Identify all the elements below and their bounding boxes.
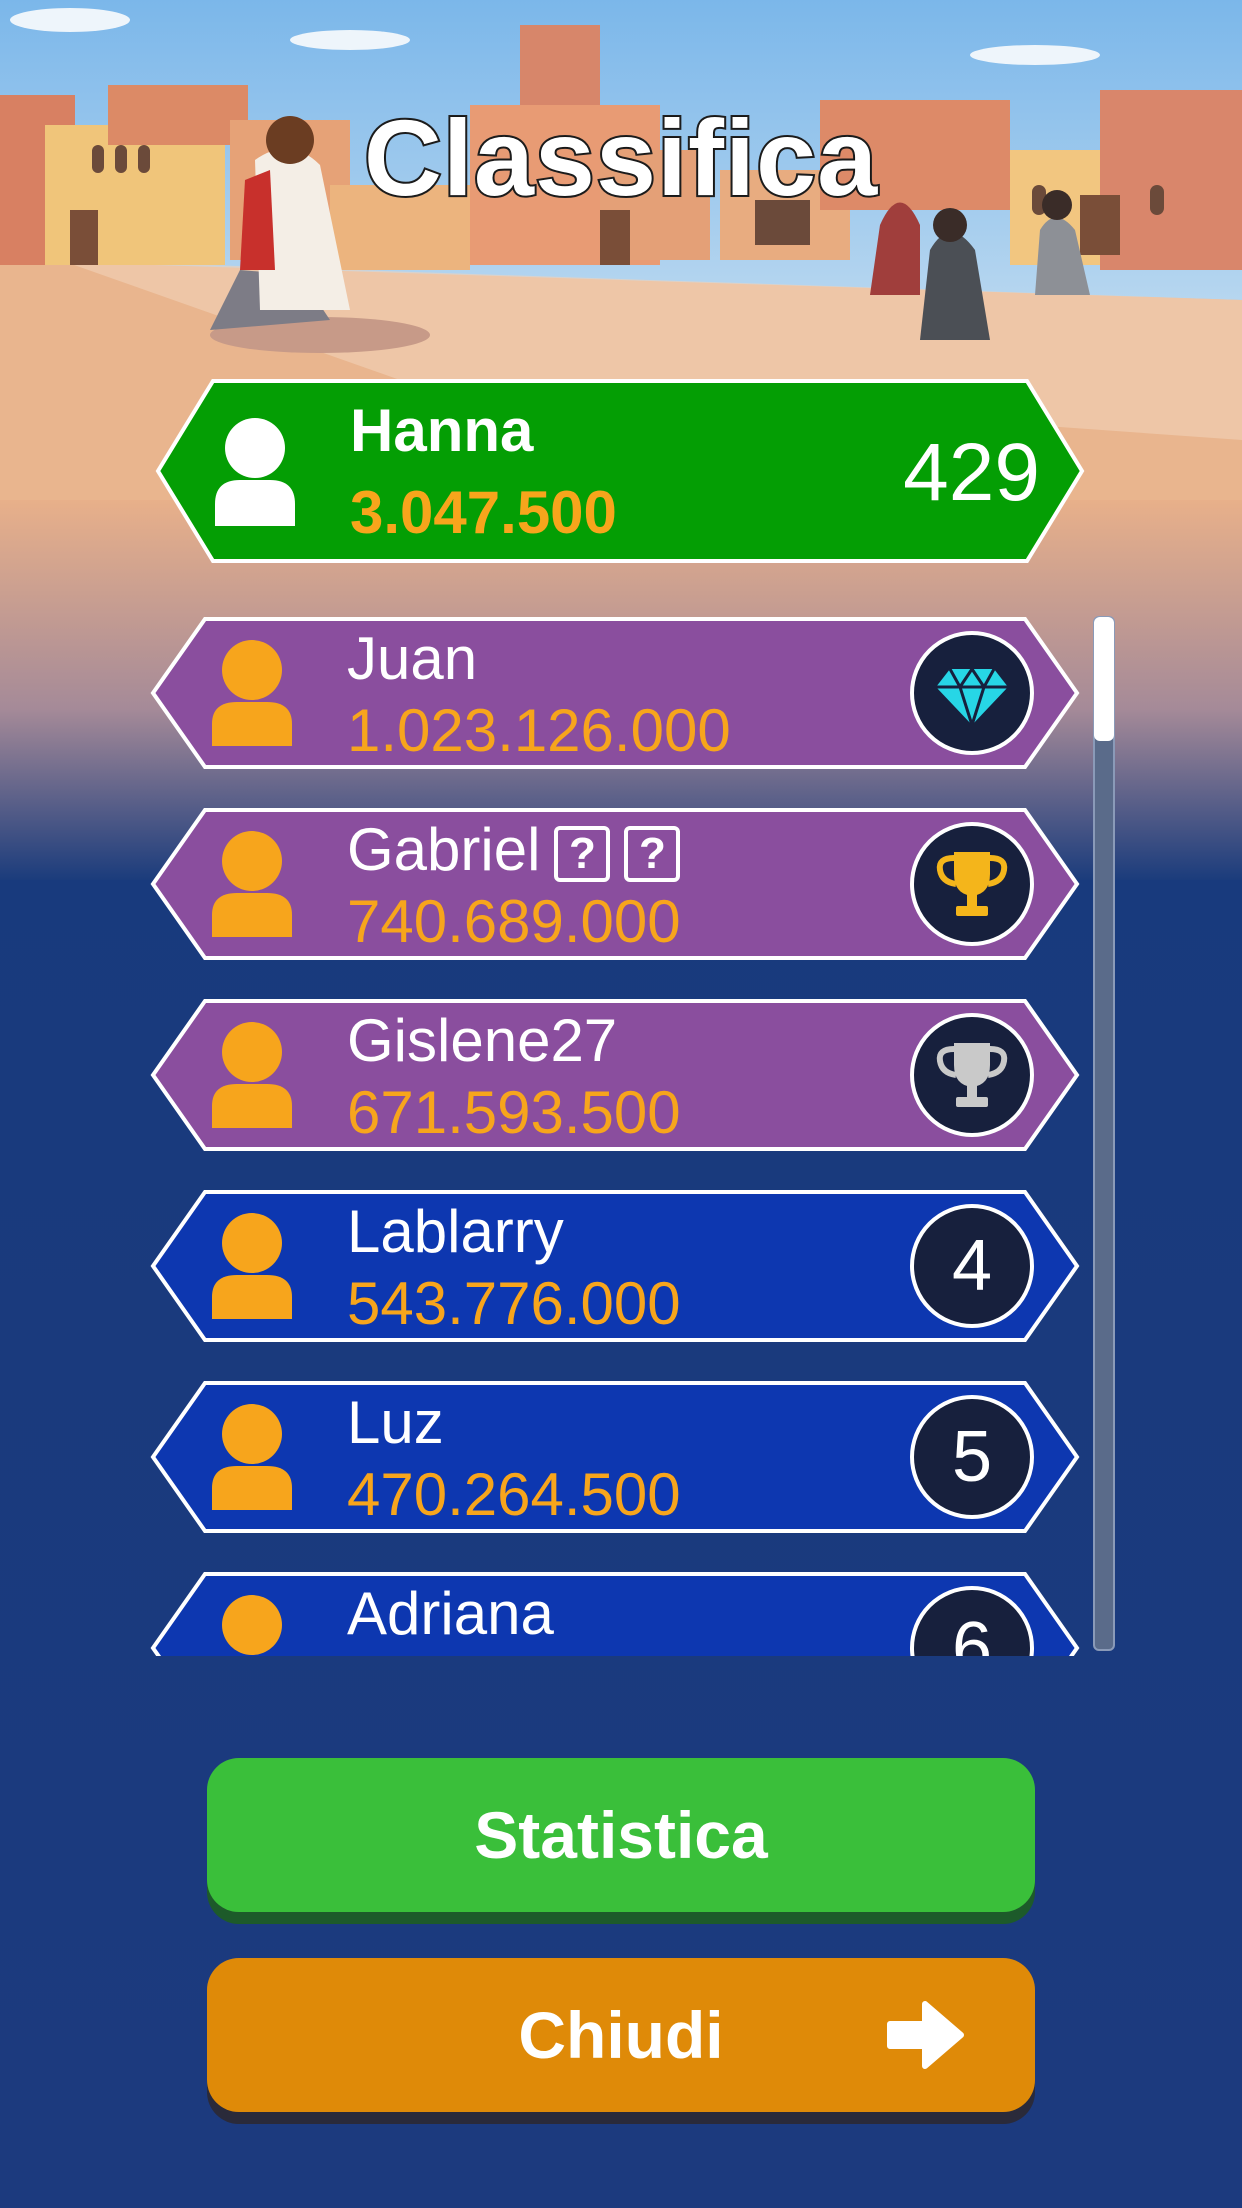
rank-number: 4 (951, 1226, 993, 1306)
leaderboard-row[interactable]: Gislene27 671.593.500 (150, 998, 1080, 1152)
arrow-right-icon (887, 2001, 964, 2069)
close-button[interactable]: Chiudi (207, 1958, 1035, 2112)
user-avatar-icon (212, 1213, 292, 1319)
scrollbar-track[interactable] (1093, 616, 1115, 1651)
player-name: Hanna (350, 397, 534, 464)
user-avatar-icon (212, 1022, 292, 1128)
row-player-name: Adriana (347, 1580, 554, 1647)
user-avatar-icon (212, 831, 292, 937)
row-player-score: 470.264.500 (347, 1461, 681, 1528)
rank-badge (910, 631, 1034, 755)
leaderboard-row[interactable]: Adriana 6 (150, 1571, 1080, 1656)
leaderboard-list[interactable]: Juan 1.023.126.000 Gabriel?? 740.689.000 Gis… (0, 610, 1242, 1656)
user-avatar-icon (222, 1595, 282, 1655)
rank-badge: 4 (910, 1204, 1034, 1328)
rank-badge: 6 (910, 1586, 1034, 1656)
user-avatar-icon (212, 1404, 292, 1510)
row-player-name: Juan (347, 625, 478, 692)
rank-badge: 5 (910, 1395, 1034, 1519)
rank-number: 6 (951, 1608, 993, 1656)
close-button-label: Chiudi (518, 1998, 724, 2072)
leaderboard-row[interactable]: Luz 470.264.500 5 (150, 1380, 1080, 1534)
row-player-score: 671.593.500 (347, 1079, 681, 1146)
unknown-glyph-box: ? (624, 826, 681, 883)
rank-badge (910, 1013, 1034, 1137)
rank-number: 5 (951, 1417, 993, 1497)
page-title: Classifica (362, 95, 879, 220)
scrollbar-thumb[interactable] (1094, 617, 1114, 741)
rank-badge (910, 822, 1034, 946)
leaderboard-row[interactable]: Gabriel?? 740.689.000 (150, 807, 1080, 961)
leaderboard-row[interactable]: Lablarry 543.776.000 4 (150, 1189, 1080, 1343)
row-player-name: Gabriel?? (347, 815, 681, 884)
player-score: 3.047.500 (350, 479, 617, 546)
row-player-name: Lablarry (347, 1198, 564, 1265)
user-avatar-icon (212, 640, 292, 746)
row-player-score: 1.023.126.000 (347, 697, 731, 764)
row-player-name: Gislene27 (347, 1007, 618, 1074)
row-player-score: 740.689.000 (347, 888, 681, 955)
user-avatar-icon (215, 418, 295, 526)
row-player-score: 543.776.000 (347, 1270, 681, 1337)
leaderboard-row[interactable]: Juan 1.023.126.000 (150, 616, 1080, 770)
statistics-button[interactable]: Statistica (207, 1758, 1035, 1912)
player-rank-banner: Hanna 3.047.500 429 (155, 378, 1085, 564)
unknown-glyph-box: ? (554, 826, 611, 883)
player-rank: 429 (903, 427, 1040, 518)
row-player-name: Luz (347, 1389, 444, 1456)
